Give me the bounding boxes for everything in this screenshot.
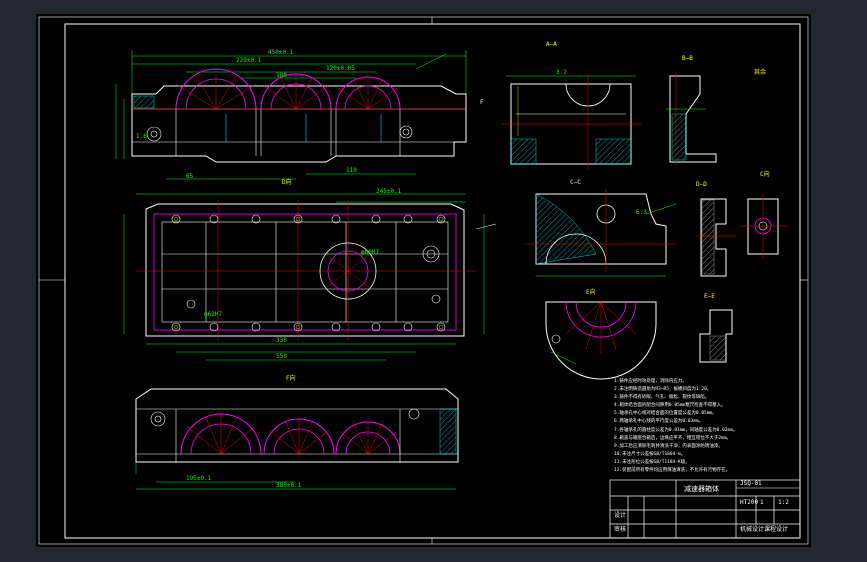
label-section-c-c: C—C — [570, 179, 581, 186]
title-part-name: 减速器箱体 — [684, 485, 719, 493]
tech-note: 12.装配前所有零件均应用煤油清洗，不允许有污物存在。 — [614, 468, 731, 474]
title-material: HT200 — [740, 499, 759, 506]
dim-text: 550 — [276, 353, 287, 360]
tech-note: 8.箱盖与箱座合箱后，边缘应平齐，相互错位不大于2mm。 — [614, 435, 732, 441]
tech-note: 9.加工后应清除毛刺并清洗干净，内表面涂防锈油漆。 — [614, 443, 723, 449]
dim-text: 110 — [346, 167, 357, 174]
drawing-sheet: A—A B—B C—C D—D E—E F D向 C向 E向 F向 其余 450… — [36, 14, 811, 547]
title-checker: 审核 — [614, 526, 627, 533]
section-b-b — [666, 72, 717, 166]
tech-note: 7.各轴承孔的圆柱度公差为0.01mm，同轴度公差为0.02mm。 — [614, 427, 738, 433]
dim-text: 1.6 — [136, 133, 147, 140]
tech-note: 1.铸件应经时效处理，消除内应力。 — [614, 379, 687, 384]
tech-note: 11.未注形位公差按GB/T1184-K级。 — [614, 459, 690, 465]
bottom-view — [135, 388, 459, 490]
title-designer: 设计 — [614, 512, 627, 519]
label-view-c: C向 — [760, 171, 770, 178]
title-school: 机械设计课程设计 — [740, 526, 789, 533]
label-f: F — [480, 99, 484, 106]
dim-text: 65 — [186, 173, 194, 180]
title-drawing-no: JSQ-01 — [740, 480, 762, 487]
tech-note: 5.轴承孔中心线对结合面的位置度公差为0.05mm。 — [614, 411, 717, 417]
label-section-d-d: D—D — [696, 181, 707, 188]
view-d — [545, 301, 657, 380]
tech-note: 6.两轴承孔中心线的平行度公差为0.03mm。 — [614, 419, 704, 425]
dim-text: 6.3 — [636, 209, 647, 216]
dim-text: 450±0.1 — [268, 49, 294, 56]
front-view — [115, 50, 467, 180]
section-a-a — [501, 74, 641, 169]
dim-text: 180 — [276, 72, 287, 79]
dim-text: 330 — [276, 337, 287, 344]
top-view — [123, 193, 497, 361]
dim-text: 380±0.1 — [276, 482, 302, 489]
tech-note: 2.未注明铸造圆角为R3~R5，拔模斜度为1:20。 — [614, 387, 712, 393]
label-view-f: F向 — [286, 375, 296, 382]
technical-requirements: 1.铸件应经时效处理，消除内应力。 2.未注明铸造圆角为R3~R5，拔模斜度为1… — [614, 378, 814, 475]
section-c-c — [526, 189, 677, 277]
dim-text: 120±0.05 — [326, 65, 355, 72]
dim-text: φ80H7 — [361, 249, 380, 256]
title-sheet: 1 — [760, 499, 764, 506]
label-section-e-e: E—E — [704, 293, 715, 300]
section-d-d — [696, 198, 736, 277]
label-view-d: D向 — [282, 179, 292, 186]
tech-note: 3.铸件不得有砂眼、气孔、缩松、裂纹等缺陷。 — [614, 395, 710, 401]
tech-note: 4.箱体结合面的配合间隙用0.05mm塞尺检查不得塞入。 — [614, 403, 726, 409]
label-section-a-a: A—A — [546, 41, 557, 48]
label-view-e: E向 — [586, 289, 596, 296]
title-scale: 1:2 — [778, 499, 789, 506]
tech-note: 10.未注尺寸公差按GB/T1804-m。 — [614, 451, 686, 457]
dim-text: 245±0.1 — [376, 188, 402, 195]
dim-text: 220±0.1 — [236, 57, 262, 64]
dim-text: 195±0.1 — [186, 475, 212, 482]
section-e-e — [699, 309, 733, 363]
label-other-finish: 其余 — [754, 69, 767, 76]
dim-text: 3.2 — [556, 69, 567, 76]
label-section-b-b: B—B — [682, 55, 693, 62]
dim-text: φ62H7 — [204, 311, 223, 318]
view-c — [741, 194, 786, 259]
